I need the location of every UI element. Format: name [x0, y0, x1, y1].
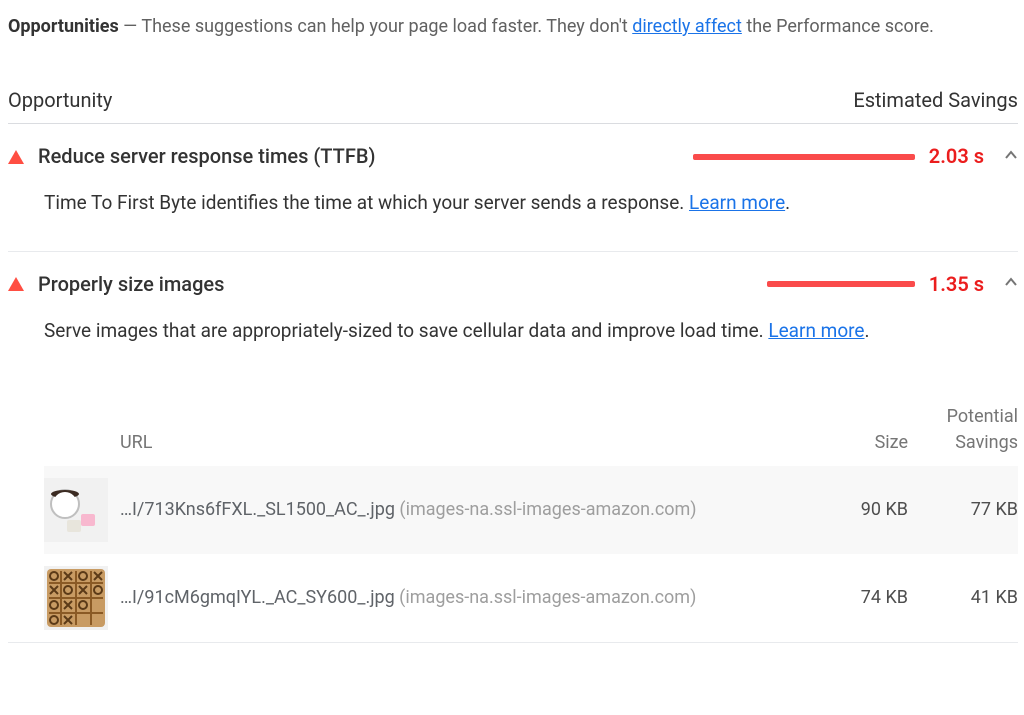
opportunity-header[interactable]: Reduce server response times (TTFB) 2.03… [8, 124, 1018, 189]
opportunity-description: Time To First Byte identifies the time a… [8, 189, 1018, 251]
row-size: 74 KB [824, 585, 908, 611]
row-size: 90 KB [824, 497, 908, 523]
url-path[interactable]: …I/713Kns6fFXL._SL1500_AC_.jpg [120, 499, 395, 520]
learn-more-link[interactable]: Learn more [689, 191, 785, 214]
column-opportunity: Opportunity [8, 86, 112, 115]
url-domain: images-na.ssl-images-amazon.com [406, 499, 691, 520]
savings-bar [693, 154, 915, 160]
opportunities-description-post: the Performance score. [746, 16, 934, 37]
triangle-up-icon [8, 150, 24, 164]
image-table: URL Size PotentialSavings …I/713Kns6fFXL… [8, 378, 1018, 642]
opportunities-description-pre: — These suggestions can help your page l… [123, 16, 632, 37]
opportunity-description: Serve images that are appropriately-size… [8, 317, 1018, 379]
opportunity-description-text: Serve images that are appropriately-size… [44, 319, 768, 342]
url-domain-post: ) [690, 587, 696, 608]
learn-more-suffix: . [785, 191, 790, 214]
image-thumbnail-icon [44, 478, 108, 542]
table-header: URL Size PotentialSavings [44, 378, 1018, 466]
opportunities-columns: Opportunity Estimated Savings [8, 64, 1018, 124]
triangle-up-icon [8, 277, 24, 291]
savings-value: 2.03 s [929, 142, 984, 171]
table-row: …I/91cM6gmqIYL._AC_SY600_.jpg (images-na… [44, 554, 1018, 642]
chevron-up-icon [998, 271, 1018, 297]
opportunity-ttfb: Reduce server response times (TTFB) 2.03… [8, 124, 1018, 252]
opportunities-heading: Opportunities [8, 16, 119, 37]
url-domain-pre: ( [395, 587, 406, 608]
row-potential: 77 KB [908, 497, 1018, 523]
table-header-size: Size [824, 430, 908, 456]
table-header-potential: PotentialSavings [908, 404, 1018, 456]
opportunity-title: Properly size images [38, 270, 224, 299]
savings-value: 1.35 s [929, 270, 984, 299]
learn-more-suffix: . [865, 319, 870, 342]
url-domain-post: ) [690, 499, 696, 520]
opportunities-section-header: Opportunities — These suggestions can he… [8, 6, 1018, 64]
url-domain-pre: ( [395, 499, 406, 520]
opportunity-images: Properly size images 1.35 s Serve images… [8, 252, 1018, 644]
table-header-url: URL [120, 430, 824, 456]
table-row: …I/713Kns6fFXL._SL1500_AC_.jpg (images-n… [44, 466, 1018, 554]
image-thumbnail-icon [44, 566, 108, 630]
opportunity-description-text: Time To First Byte identifies the time a… [44, 191, 689, 214]
column-savings: Estimated Savings [853, 86, 1018, 115]
savings-bar [767, 281, 915, 287]
directly-affect-link[interactable]: directly affect [632, 16, 742, 37]
chevron-up-icon [998, 144, 1018, 170]
opportunity-title: Reduce server response times (TTFB) [38, 142, 375, 171]
opportunity-header[interactable]: Properly size images 1.35 s [8, 252, 1018, 317]
url-path[interactable]: …I/91cM6gmqIYL._AC_SY600_.jpg [120, 587, 395, 608]
url-domain: images-na.ssl-images-amazon.com [405, 587, 690, 608]
learn-more-link[interactable]: Learn more [768, 319, 864, 342]
row-potential: 41 KB [908, 585, 1018, 611]
